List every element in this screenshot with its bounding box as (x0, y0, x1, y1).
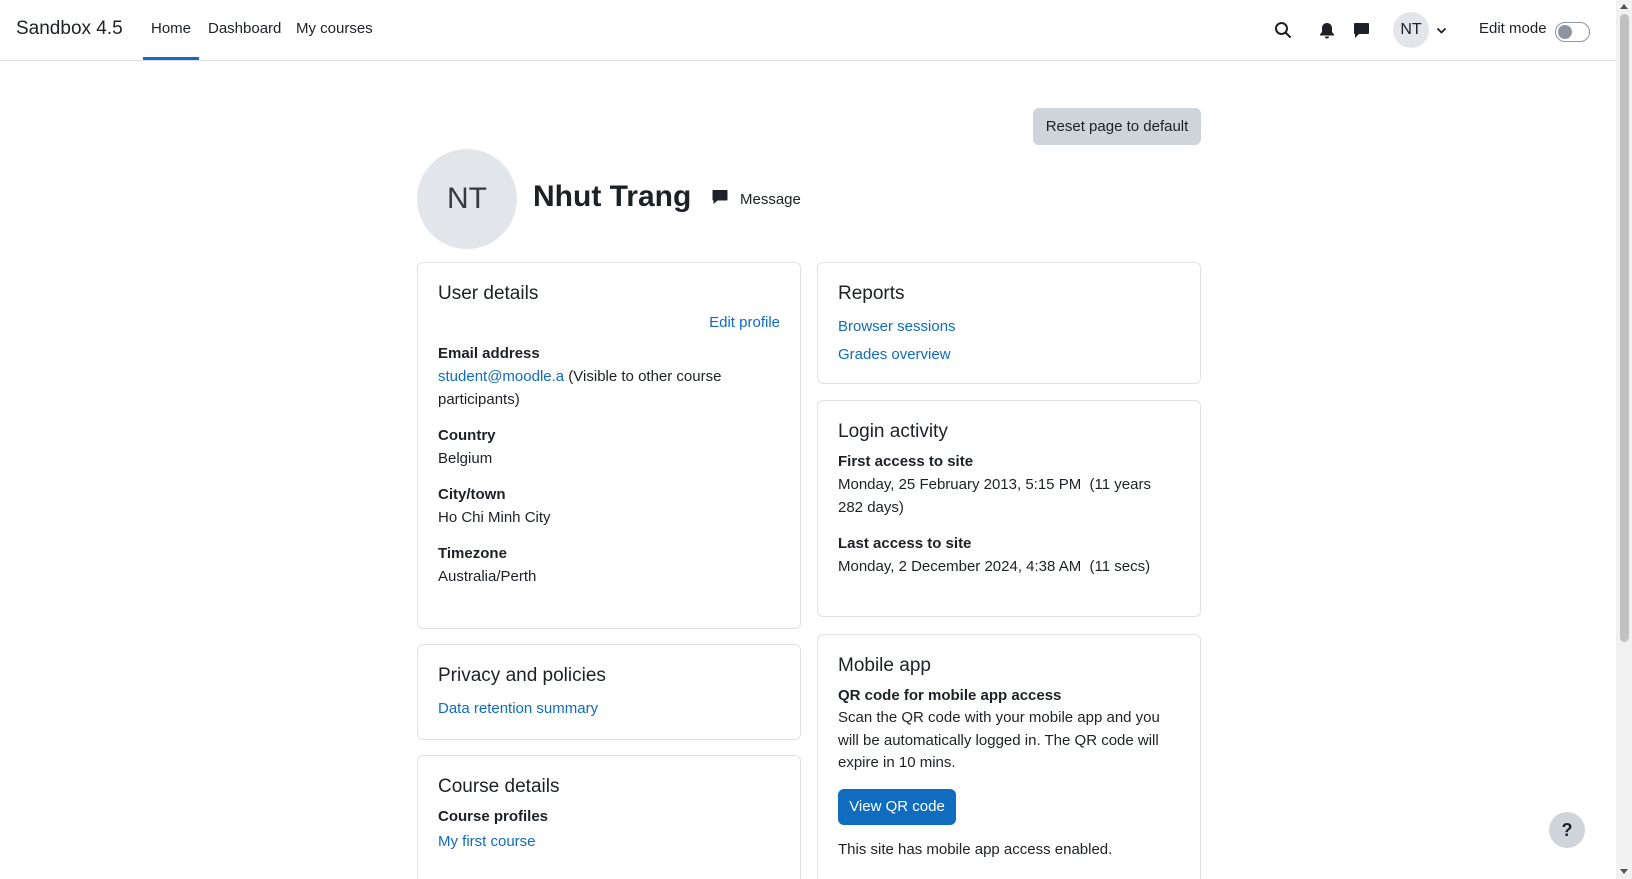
search-icon[interactable] (1273, 20, 1293, 40)
login-activity-card: Login activity First access to site Mond… (817, 400, 1201, 617)
scrollbar[interactable] (1616, 0, 1632, 879)
login-activity-title: Login activity (838, 421, 948, 442)
nav-home[interactable]: Home (142, 20, 200, 60)
edit-mode-toggle[interactable] (1555, 22, 1590, 42)
nav-my-courses[interactable]: My courses (296, 20, 373, 37)
top-navbar: Sandbox 4.5 Home Dashboard My courses NT… (0, 0, 1616, 61)
course-link[interactable]: My first course (438, 828, 780, 856)
timezone-value: Australia/Perth (438, 568, 537, 585)
edit-mode-label: Edit mode (1479, 20, 1547, 37)
privacy-title: Privacy and policies (438, 665, 606, 686)
reset-page-button[interactable]: Reset page to default (1033, 108, 1201, 145)
qr-code-description: Scan the QR code with your mobile app an… (838, 709, 1160, 771)
message-button[interactable]: Message (712, 189, 801, 209)
city-value: Ho Chi Minh City (438, 509, 551, 526)
help-button[interactable]: ? (1549, 812, 1585, 848)
course-details-card: Course details Course profiles My first … (417, 755, 801, 879)
timezone-label: Timezone (438, 545, 507, 562)
edit-profile-link[interactable]: Edit profile (438, 313, 780, 333)
data-retention-link[interactable]: Data retention summary (438, 695, 780, 723)
course-details-title: Course details (438, 776, 560, 797)
last-access-label: Last access to site (838, 535, 972, 552)
mobile-access-status: This site has mobile app access enabled. (838, 840, 1113, 858)
site-brand[interactable]: Sandbox 4.5 (16, 18, 123, 40)
toggle-knob (1558, 25, 1572, 39)
scrollbar-thumb[interactable] (1620, 14, 1629, 642)
user-avatar[interactable]: NT (1393, 12, 1429, 48)
email-link[interactable]: student@moodle.a (438, 368, 564, 385)
user-details-card: User details Edit profile Email address … (417, 262, 801, 629)
message-icon (712, 189, 728, 209)
profile-avatar: NT (417, 149, 517, 249)
mobile-app-card: Mobile app QR code for mobile app access… (817, 634, 1201, 879)
country-label: Country (438, 427, 496, 444)
country-value: Belgium (438, 450, 493, 467)
user-details-title: User details (438, 283, 539, 304)
city-label: City/town (438, 486, 506, 503)
browser-sessions-link[interactable]: Browser sessions (838, 313, 1180, 341)
message-label: Message (740, 190, 801, 208)
course-profiles-label: Course profiles (438, 808, 549, 825)
messages-icon[interactable] (1351, 20, 1371, 40)
reports-title: Reports (838, 283, 905, 304)
email-label: Email address (438, 345, 540, 362)
bell-icon[interactable] (1317, 20, 1337, 40)
last-access-value: Monday, 2 December 2024, 4:38 AM (11 sec… (838, 558, 1151, 575)
chevron-down-icon[interactable] (1436, 22, 1447, 39)
qr-code-label: QR code for mobile app access (838, 687, 1062, 704)
nav-dashboard[interactable]: Dashboard (208, 20, 281, 37)
profile-name: Nhut Trang (533, 180, 692, 213)
reports-card: Reports Browser sessions Grades overview (817, 262, 1201, 384)
view-qr-code-button[interactable]: View QR code (838, 788, 956, 825)
email-value: student@moodle.a (Visible to other cours… (438, 365, 780, 411)
scroll-up-arrow-icon[interactable] (1620, 4, 1628, 9)
privacy-card: Privacy and policies Data retention summ… (417, 644, 801, 740)
scroll-down-arrow-icon[interactable] (1620, 869, 1628, 874)
grades-overview-link[interactable]: Grades overview (838, 341, 1180, 369)
mobile-app-title: Mobile app (838, 655, 931, 676)
first-access-value: Monday, 25 February 2013, 5:15 PM (11 ye… (838, 476, 1156, 516)
first-access-label: First access to site (838, 453, 974, 470)
